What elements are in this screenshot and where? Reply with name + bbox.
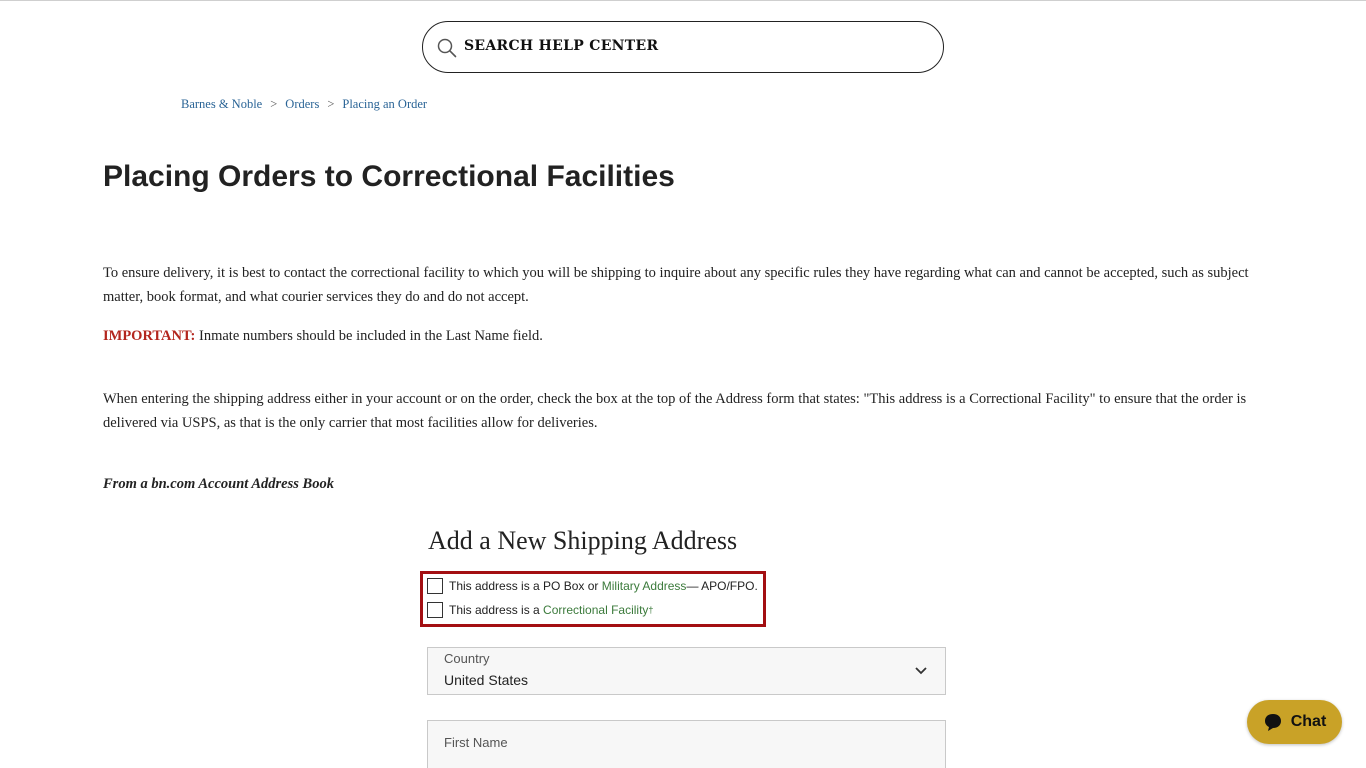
top-divider: [0, 0, 1366, 1]
section-subheading: From a bn.com Account Address Book: [103, 476, 334, 492]
instructions-paragraph: When entering the shipping address eithe…: [103, 391, 1247, 431]
correctional-facility-checkbox-row: This address is a Correctional Facility †: [427, 601, 653, 619]
chat-button[interactable]: Chat: [1247, 700, 1342, 744]
country-value: United States: [444, 672, 529, 688]
correctional-facility-link: Correctional Facility: [543, 603, 649, 617]
breadcrumb-link-orders[interactable]: Orders: [285, 97, 319, 111]
checkbox1-prefix: This address is a PO Box or: [449, 579, 599, 593]
country-select: Country United States: [427, 647, 946, 695]
chat-label: Chat: [1290, 713, 1327, 730]
breadcrumb-link-placing-an-order[interactable]: Placing an Order: [342, 97, 427, 111]
important-text: Inmate numbers should be included in the…: [195, 328, 543, 344]
checkbox-icon: [427, 578, 443, 594]
search-placeholder: SEARCH HELP CENTER: [464, 38, 659, 54]
breadcrumb-link-home[interactable]: Barnes & Noble: [181, 97, 262, 111]
important-label: IMPORTANT:: [103, 328, 196, 344]
first-name-field: First Name: [427, 720, 946, 768]
chevron-down-icon: [915, 667, 927, 675]
checkbox-icon: [427, 602, 443, 618]
breadcrumb: Barnes & Noble > Orders > Placing an Order: [181, 97, 427, 112]
country-label: Country: [444, 651, 490, 666]
military-address-link: Military Address: [601, 579, 687, 593]
dagger-mark: †: [648, 605, 654, 615]
chat-bubble-icon: [1264, 714, 1281, 731]
form-screenshot-heading: Add a New Shipping Address: [428, 526, 738, 555]
first-name-label: First Name: [444, 735, 508, 750]
checkbox1-suffix: — APO/FPO.: [686, 579, 758, 593]
breadcrumb-separator: >: [327, 97, 335, 111]
breadcrumb-separator: >: [270, 97, 278, 111]
important-note: IMPORTANT: Inmate numbers should be incl…: [103, 324, 1263, 348]
search-icon: [437, 38, 457, 58]
search-input[interactable]: SEARCH HELP CENTER: [422, 21, 944, 73]
checkbox2-prefix: This address is a: [449, 603, 540, 617]
page-title: Placing Orders to Correctional Facilitie…: [103, 160, 675, 193]
po-box-checkbox-row: This address is a PO Box or Military Add…: [427, 577, 758, 595]
intro-paragraph: To ensure delivery, it is best to contac…: [103, 265, 1249, 305]
